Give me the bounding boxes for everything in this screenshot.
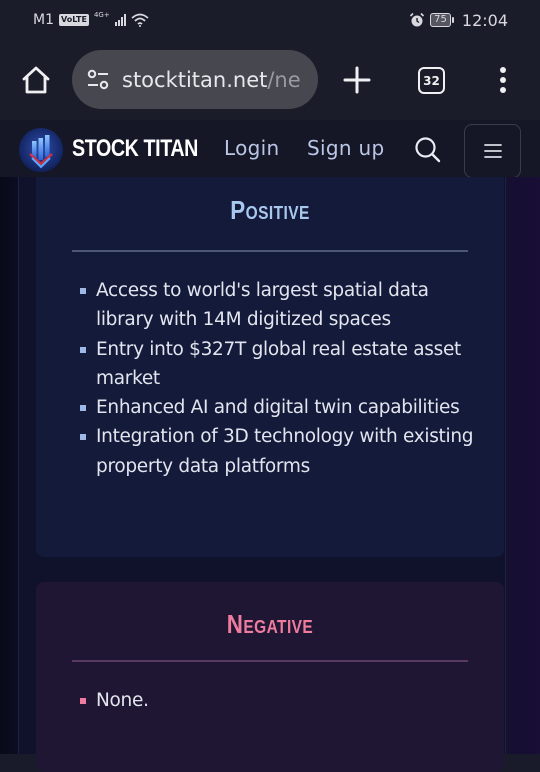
address-bar[interactable]: stocktitan.net/ne bbox=[72, 50, 318, 109]
more-menu-icon[interactable] bbox=[497, 66, 509, 94]
list-item: Enhanced AI and digital twin capabilitie… bbox=[80, 393, 480, 422]
positive-title: Positive bbox=[230, 195, 310, 225]
list-item: Entry into $327T global real estate asse… bbox=[80, 335, 480, 394]
alarm-icon bbox=[410, 12, 425, 27]
brand-name[interactable]: STOCK TITAN bbox=[72, 135, 198, 163]
new-tab-icon[interactable] bbox=[343, 66, 371, 94]
positive-divider bbox=[72, 250, 468, 252]
search-icon[interactable] bbox=[414, 136, 442, 164]
carrier-label: M1 bbox=[33, 12, 54, 28]
site-header: STOCK TITAN Login Sign up bbox=[0, 120, 540, 178]
clock: 12:04 bbox=[461, 10, 508, 30]
hamburger-menu-icon bbox=[483, 144, 502, 158]
stock-titan-logo[interactable] bbox=[18, 127, 64, 173]
volte-icon: VoLTE bbox=[59, 14, 89, 26]
list-item: Integration of 3D technology with existi… bbox=[80, 422, 480, 481]
negative-divider bbox=[72, 660, 468, 662]
page-content: Positive Access to world's largest spati… bbox=[0, 177, 540, 772]
signal-icon bbox=[114, 14, 126, 26]
list-item: None. bbox=[80, 686, 480, 715]
negative-title: Negative bbox=[226, 609, 314, 639]
positive-list: Access to world's largest spatial data l… bbox=[80, 276, 480, 481]
signup-link[interactable]: Sign up bbox=[307, 136, 384, 160]
url-path: /ne bbox=[267, 67, 301, 92]
login-link[interactable]: Login bbox=[224, 136, 279, 160]
list-item: Access to world's largest spatial data l… bbox=[80, 276, 480, 335]
status-right: 75 12:04 bbox=[409, 11, 508, 30]
wifi-icon bbox=[131, 13, 149, 27]
status-left: M1 VoLTE 4G+ bbox=[33, 11, 149, 28]
status-bar: M1 VoLTE 4G+ 75 12:04 bbox=[0, 0, 540, 40]
positive-card: Positive Access to world's largest spati… bbox=[36, 177, 504, 557]
hamburger-menu-button[interactable] bbox=[464, 124, 521, 178]
browser-toolbar: stocktitan.net/ne 32 bbox=[0, 40, 540, 120]
site-settings-icon[interactable] bbox=[86, 69, 110, 91]
url-host: stocktitan.net bbox=[122, 67, 268, 92]
negative-list: None. bbox=[80, 686, 480, 715]
network-type: 4G+ bbox=[93, 11, 110, 19]
home-icon[interactable] bbox=[20, 64, 52, 96]
tab-switcher-icon[interactable]: 32 bbox=[418, 67, 445, 94]
battery-icon: 75 bbox=[430, 13, 454, 27]
negative-card: Negative None. bbox=[36, 582, 504, 772]
page-edge bbox=[506, 177, 540, 754]
